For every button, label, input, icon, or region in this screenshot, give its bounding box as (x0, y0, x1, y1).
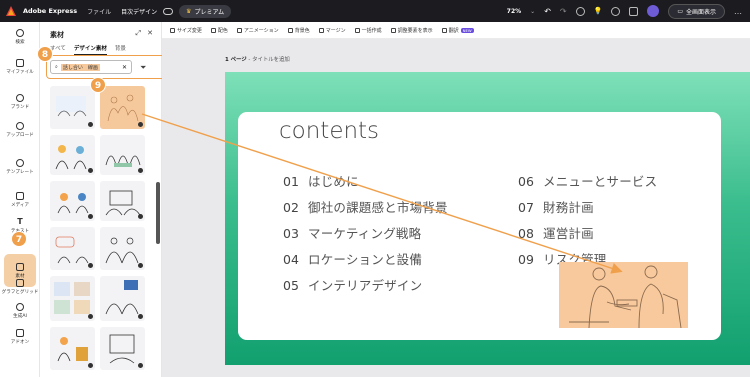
step-badge-8: 8 (37, 46, 53, 62)
step-badge-7: 7 (11, 231, 27, 247)
step-badge-9: 9 (90, 77, 106, 93)
annotation-arrow (141, 113, 623, 274)
